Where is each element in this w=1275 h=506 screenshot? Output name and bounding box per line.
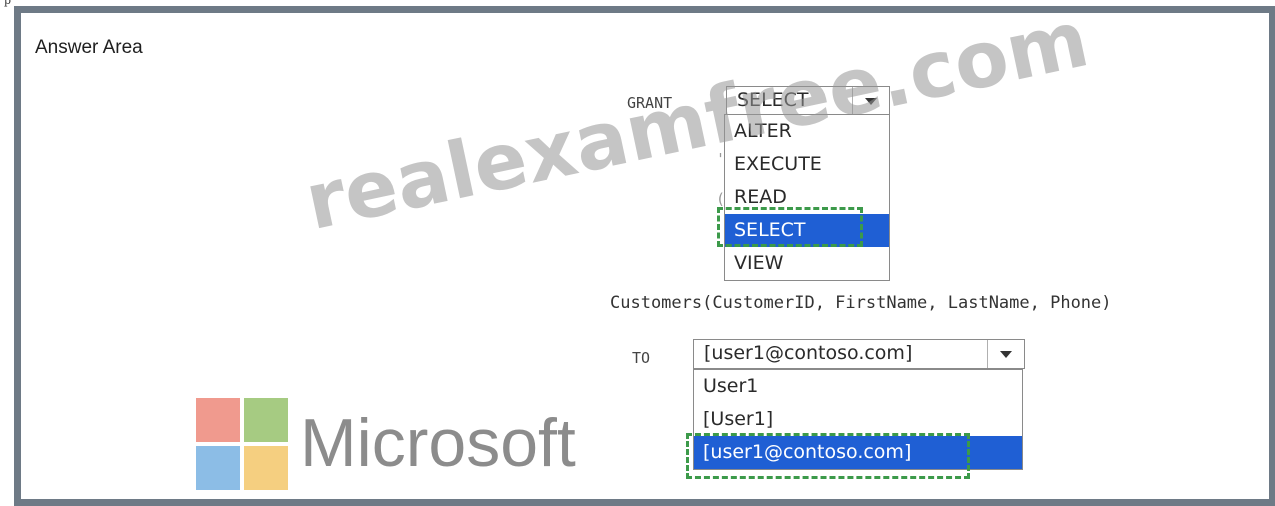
- to-keyword: TO: [632, 349, 651, 367]
- top-mark: p: [4, 0, 12, 7]
- logo-square-blue: [196, 446, 240, 490]
- table-columns-line: Customers(CustomerID, FirstName, LastNam…: [610, 293, 1112, 313]
- grant-keyword: GRANT: [627, 94, 673, 112]
- permission-option-read[interactable]: READ: [725, 181, 889, 214]
- microsoft-logo-icon: [196, 398, 292, 492]
- principal-option-email[interactable]: [user1@contoso.com]: [694, 436, 1022, 469]
- permission-options-list: ALTER EXECUTE READ SELECT VIEW: [724, 114, 890, 281]
- answer-area-title: Answer Area: [35, 37, 143, 58]
- permission-option-alter[interactable]: ALTER: [725, 115, 889, 148]
- logo-square-yellow: [244, 446, 288, 490]
- chevron-down-icon[interactable]: [987, 340, 1024, 368]
- permission-option-execute[interactable]: EXECUTE: [725, 148, 889, 181]
- permission-dropdown-value: SELECT: [737, 89, 809, 111]
- permission-option-select[interactable]: SELECT: [725, 214, 889, 247]
- principal-dropdown-value: [user1@contoso.com]: [704, 342, 913, 364]
- chevron-down-icon[interactable]: [852, 87, 889, 115]
- logo-square-red: [196, 398, 240, 442]
- obscured-fragment: ': [716, 150, 726, 168]
- microsoft-logo-text: Microsoft: [300, 405, 576, 481]
- logo-square-green: [244, 398, 288, 442]
- principal-option-bracket-user1[interactable]: [User1]: [694, 403, 1022, 436]
- obscured-fragment: (: [716, 190, 726, 208]
- principal-dropdown[interactable]: [user1@contoso.com]: [693, 339, 1025, 369]
- permission-dropdown[interactable]: SELECT: [726, 86, 890, 116]
- permission-option-view[interactable]: VIEW: [725, 247, 889, 280]
- principal-options-list: User1 [User1] [user1@contoso.com]: [693, 369, 1023, 470]
- principal-option-user1[interactable]: User1: [694, 370, 1022, 403]
